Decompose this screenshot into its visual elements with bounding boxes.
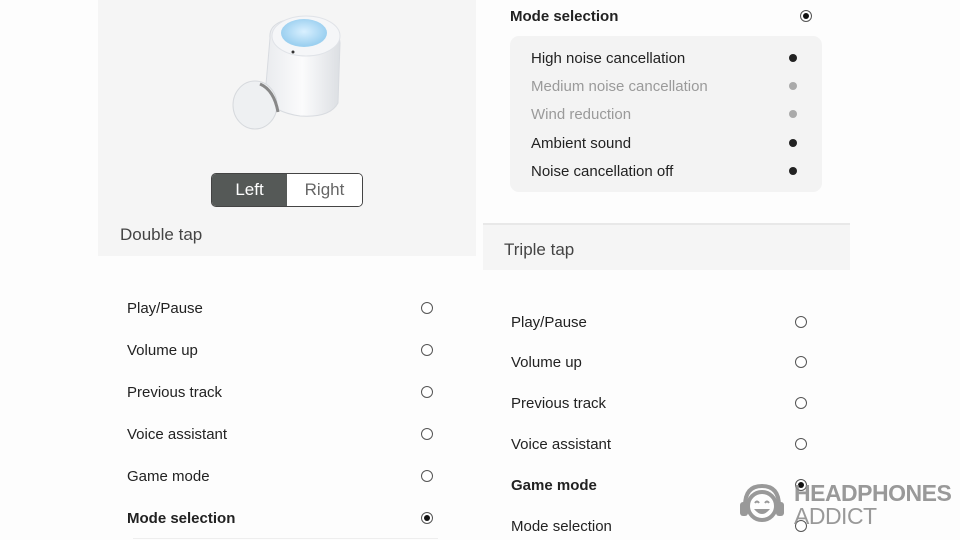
triple-tap-title: Triple tap bbox=[504, 240, 575, 259]
radio-button[interactable] bbox=[795, 397, 807, 409]
radio-button[interactable] bbox=[421, 386, 433, 398]
mode-check-dot[interactable] bbox=[789, 54, 797, 62]
toggle-right[interactable]: Right bbox=[287, 174, 362, 206]
radio-button-selected[interactable] bbox=[421, 512, 433, 524]
toggle-left[interactable]: Left bbox=[212, 174, 287, 206]
option-label: Volume up bbox=[127, 341, 198, 359]
option-label: Game mode bbox=[127, 467, 210, 485]
double-tap-title: Double tap bbox=[120, 225, 203, 244]
radio-button[interactable] bbox=[795, 438, 807, 450]
mode-check-dot[interactable] bbox=[789, 167, 797, 175]
mode-label: Noise cancellation off bbox=[531, 162, 674, 180]
option-label: Voice assistant bbox=[127, 425, 228, 443]
double-tap-option-mode-selection[interactable]: Mode selection bbox=[127, 508, 433, 528]
radio-button[interactable] bbox=[421, 302, 433, 314]
option-label: Previous track bbox=[511, 394, 607, 412]
double-tap-option-previous-track[interactable]: Previous track bbox=[127, 382, 433, 402]
mode-label: Ambient sound bbox=[531, 134, 632, 152]
option-label: Mode selection bbox=[510, 7, 619, 25]
triple-tap-option-voice-assistant[interactable]: Voice assistant bbox=[511, 434, 807, 454]
triple-tap-option-previous-track[interactable]: Previous track bbox=[511, 393, 807, 413]
mode-check-dot[interactable] bbox=[789, 139, 797, 147]
watermark-line2: ADDICT bbox=[794, 503, 877, 529]
radio-button[interactable] bbox=[421, 470, 433, 482]
option-label: Previous track bbox=[127, 383, 223, 401]
triple-tap-option-volume-up[interactable]: Volume up bbox=[511, 352, 807, 372]
mode-selection-option[interactable]: Mode selection bbox=[510, 6, 812, 26]
earbud-side-toggle[interactable]: Left Right bbox=[211, 173, 363, 207]
radio-button-selected[interactable] bbox=[800, 10, 812, 22]
triple-tap-option-play-pause[interactable]: Play/Pause bbox=[511, 312, 807, 332]
radio-button[interactable] bbox=[421, 428, 433, 440]
mode-submenu-card: High noise cancellation Medium noise can… bbox=[510, 36, 822, 192]
mode-ambient-sound[interactable]: Ambient sound bbox=[531, 133, 801, 153]
radio-button[interactable] bbox=[421, 344, 433, 356]
divider bbox=[133, 538, 438, 539]
mode-label: High noise cancellation bbox=[531, 49, 686, 67]
mode-high-noise-cancellation[interactable]: High noise cancellation bbox=[531, 48, 801, 68]
option-label: Play/Pause bbox=[511, 313, 587, 331]
double-tap-option-volume-up[interactable]: Volume up bbox=[127, 340, 433, 360]
double-tap-option-voice-assistant[interactable]: Voice assistant bbox=[127, 424, 433, 444]
smiling-headphones-face-icon bbox=[740, 483, 784, 522]
headphones-addict-watermark: HEADPHONES ADDICT bbox=[738, 478, 952, 529]
mode-medium-noise-cancellation[interactable]: Medium noise cancellation bbox=[531, 76, 801, 96]
double-tap-option-play-pause[interactable]: Play/Pause bbox=[127, 298, 433, 318]
mode-wind-reduction[interactable]: Wind reduction bbox=[531, 104, 801, 124]
option-label: Play/Pause bbox=[127, 299, 203, 317]
radio-button[interactable] bbox=[795, 316, 807, 328]
earbud-image bbox=[232, 15, 341, 130]
option-label: Volume up bbox=[511, 353, 582, 371]
mode-noise-cancellation-off[interactable]: Noise cancellation off bbox=[531, 161, 801, 181]
option-label: Game mode bbox=[511, 476, 597, 494]
mode-label: Wind reduction bbox=[531, 105, 632, 123]
double-tap-option-game-mode[interactable]: Game mode bbox=[127, 466, 433, 486]
mode-check-dot[interactable] bbox=[789, 110, 797, 118]
radio-button[interactable] bbox=[795, 356, 807, 368]
mode-check-dot[interactable] bbox=[789, 82, 797, 90]
mode-label: Medium noise cancellation bbox=[531, 77, 708, 95]
option-label: Mode selection bbox=[127, 509, 236, 527]
option-label: Voice assistant bbox=[511, 435, 612, 453]
option-label: Mode selection bbox=[511, 517, 612, 535]
